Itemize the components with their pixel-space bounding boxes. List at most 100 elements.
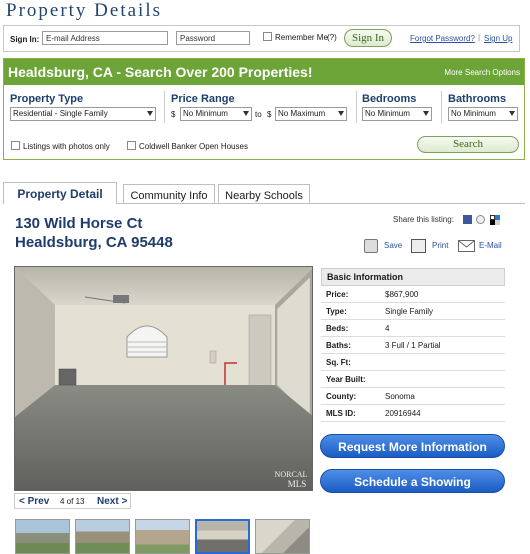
street-address: 130 Wild Horse Ct <box>15 215 143 232</box>
info-row-type: Type: Single Family <box>321 303 505 320</box>
print-link[interactable]: Print <box>432 241 448 250</box>
info-key: Beds: <box>326 324 349 333</box>
info-row-sqft: Sq. Ft: <box>321 354 505 371</box>
to-label: to <box>255 110 262 119</box>
info-value: 3 Full / 1 Partial <box>385 341 441 350</box>
schedule-showing-button[interactable]: Schedule a Showing <box>320 469 505 493</box>
save-link[interactable]: Save <box>384 241 402 250</box>
listing-address: 130 Wild Horse Ct Healdsburg, CA 95448 <box>15 214 173 252</box>
tab-property-detail[interactable]: Property Detail <box>3 182 117 204</box>
chevron-down-icon <box>423 111 429 116</box>
photo-thumbnail[interactable] <box>135 519 190 554</box>
search-header: Healdsburg, CA - Search Over 200 Propert… <box>4 59 524 85</box>
tab-community-info[interactable]: Community Info <box>123 184 215 203</box>
info-key: Price: <box>326 290 349 299</box>
bathrooms-select[interactable]: No Minimum <box>448 107 518 121</box>
info-value: 20916944 <box>385 409 421 418</box>
min-price-select[interactable]: No Minimum <box>180 107 252 121</box>
property-photo[interactable]: NORCAL MLS <box>14 266 313 491</box>
basic-info-header: Basic Information <box>321 268 505 286</box>
bedrooms-label: Bedrooms <box>362 93 417 105</box>
currency-symbol: $ <box>267 110 272 119</box>
search-panel: Healdsburg, CA - Search Over 200 Propert… <box>3 58 525 160</box>
basic-info-title: Basic Information <box>327 272 404 282</box>
max-price-value: No Maximum <box>278 109 326 118</box>
prev-photo-link[interactable]: < Prev <box>19 496 49 507</box>
currency-symbol: $ <box>171 110 176 119</box>
divider <box>356 91 357 123</box>
bathrooms-value: No Minimum <box>451 109 496 118</box>
info-key: MLS ID: <box>326 409 356 418</box>
email-link[interactable]: E-Mail <box>479 241 502 250</box>
signin-bar: Sign In: Remember Me (?) Sign In Forgot … <box>3 25 520 52</box>
chevron-down-icon <box>338 111 344 116</box>
photo-navigation: < Prev 4 of 13 Next > <box>14 493 131 509</box>
forgot-password-link[interactable]: Forgot Password? <box>410 34 475 43</box>
property-type-select[interactable]: Residential - Single Family <box>10 107 156 121</box>
bedrooms-select[interactable]: No Minimum <box>362 107 432 121</box>
price-range-label: Price Range <box>171 93 235 105</box>
divider <box>441 91 442 123</box>
envelope-flap <box>459 241 474 248</box>
info-row-baths: Baths: 3 Full / 1 Partial <box>321 337 505 354</box>
bathrooms-label: Bathrooms <box>448 93 507 105</box>
info-row-county: County: Sonoma <box>321 388 505 405</box>
email-icon[interactable] <box>458 240 475 252</box>
info-value: $867,900 <box>385 290 419 299</box>
photo-thumbnail[interactable] <box>15 519 70 554</box>
save-icon[interactable] <box>364 239 378 253</box>
request-info-button[interactable]: Request More Information <box>320 434 505 458</box>
link-separator: | <box>478 33 481 42</box>
next-photo-link[interactable]: Next > <box>97 496 127 507</box>
print-icon[interactable] <box>411 239 426 253</box>
garage-interior-image: NORCAL MLS <box>15 267 312 490</box>
info-value: 4 <box>385 324 390 333</box>
chevron-down-icon <box>243 111 249 116</box>
sign-in-button[interactable]: Sign In <box>344 29 392 47</box>
more-search-options-link[interactable]: More Search Options <box>444 68 520 77</box>
photos-only-checkbox[interactable] <box>11 141 20 150</box>
info-row-year-built: Year Built: <box>321 371 505 388</box>
social-bookmark-icon[interactable] <box>476 215 485 224</box>
max-price-select[interactable]: No Maximum <box>275 107 347 121</box>
info-key: Sq. Ft: <box>326 358 351 367</box>
divider <box>164 91 165 123</box>
remember-me-checkbox[interactable] <box>263 32 272 41</box>
bedrooms-value: No Minimum <box>365 109 410 118</box>
password-field[interactable] <box>176 31 250 45</box>
sign-up-link[interactable]: Sign Up <box>484 34 512 43</box>
chevron-down-icon <box>147 111 153 116</box>
info-row-price: Price: $867,900 <box>321 286 505 303</box>
mls-watermark: NORCAL <box>275 470 308 479</box>
mls-watermark: MLS <box>288 479 307 489</box>
info-key: Type: <box>326 307 347 316</box>
remember-me-label: Remember Me <box>275 33 328 42</box>
delicious-icon[interactable] <box>490 215 500 225</box>
signin-label: Sign In: <box>10 35 40 44</box>
open-houses-checkbox[interactable] <box>127 141 136 150</box>
tab-nearby-schools[interactable]: Nearby Schools <box>218 184 310 203</box>
city-state-zip: Healdsburg, CA 95448 <box>15 234 173 251</box>
delicious-icon-part <box>495 220 500 225</box>
info-value: Single Family <box>385 307 434 316</box>
page-title: Property Details <box>6 0 163 21</box>
search-title: Healdsburg, CA - Search Over 200 Propert… <box>8 64 313 80</box>
share-label: Share this listing: <box>393 215 454 224</box>
photo-thumbnail[interactable] <box>75 519 130 554</box>
search-button[interactable]: Search <box>417 136 519 153</box>
info-key: Baths: <box>326 341 351 350</box>
photos-only-label: Listings with photos only <box>23 142 110 151</box>
remember-help-link[interactable]: (?) <box>327 33 337 42</box>
open-houses-label: Coldwell Banker Open Houses <box>139 142 248 151</box>
info-row-beds: Beds: 4 <box>321 320 505 337</box>
facebook-icon[interactable] <box>463 215 472 224</box>
info-key: Year Built: <box>326 375 366 384</box>
photo-thumbnail[interactable] <box>255 519 310 554</box>
info-row-mls-id: MLS ID: 20916944 <box>321 405 505 422</box>
min-price-value: No Minimum <box>183 109 228 118</box>
photo-counter: 4 of 13 <box>60 497 85 506</box>
property-type-value: Residential - Single Family <box>13 109 108 118</box>
photo-thumbnail-selected[interactable] <box>195 519 250 554</box>
chevron-down-icon <box>509 111 515 116</box>
email-field[interactable] <box>42 31 168 45</box>
